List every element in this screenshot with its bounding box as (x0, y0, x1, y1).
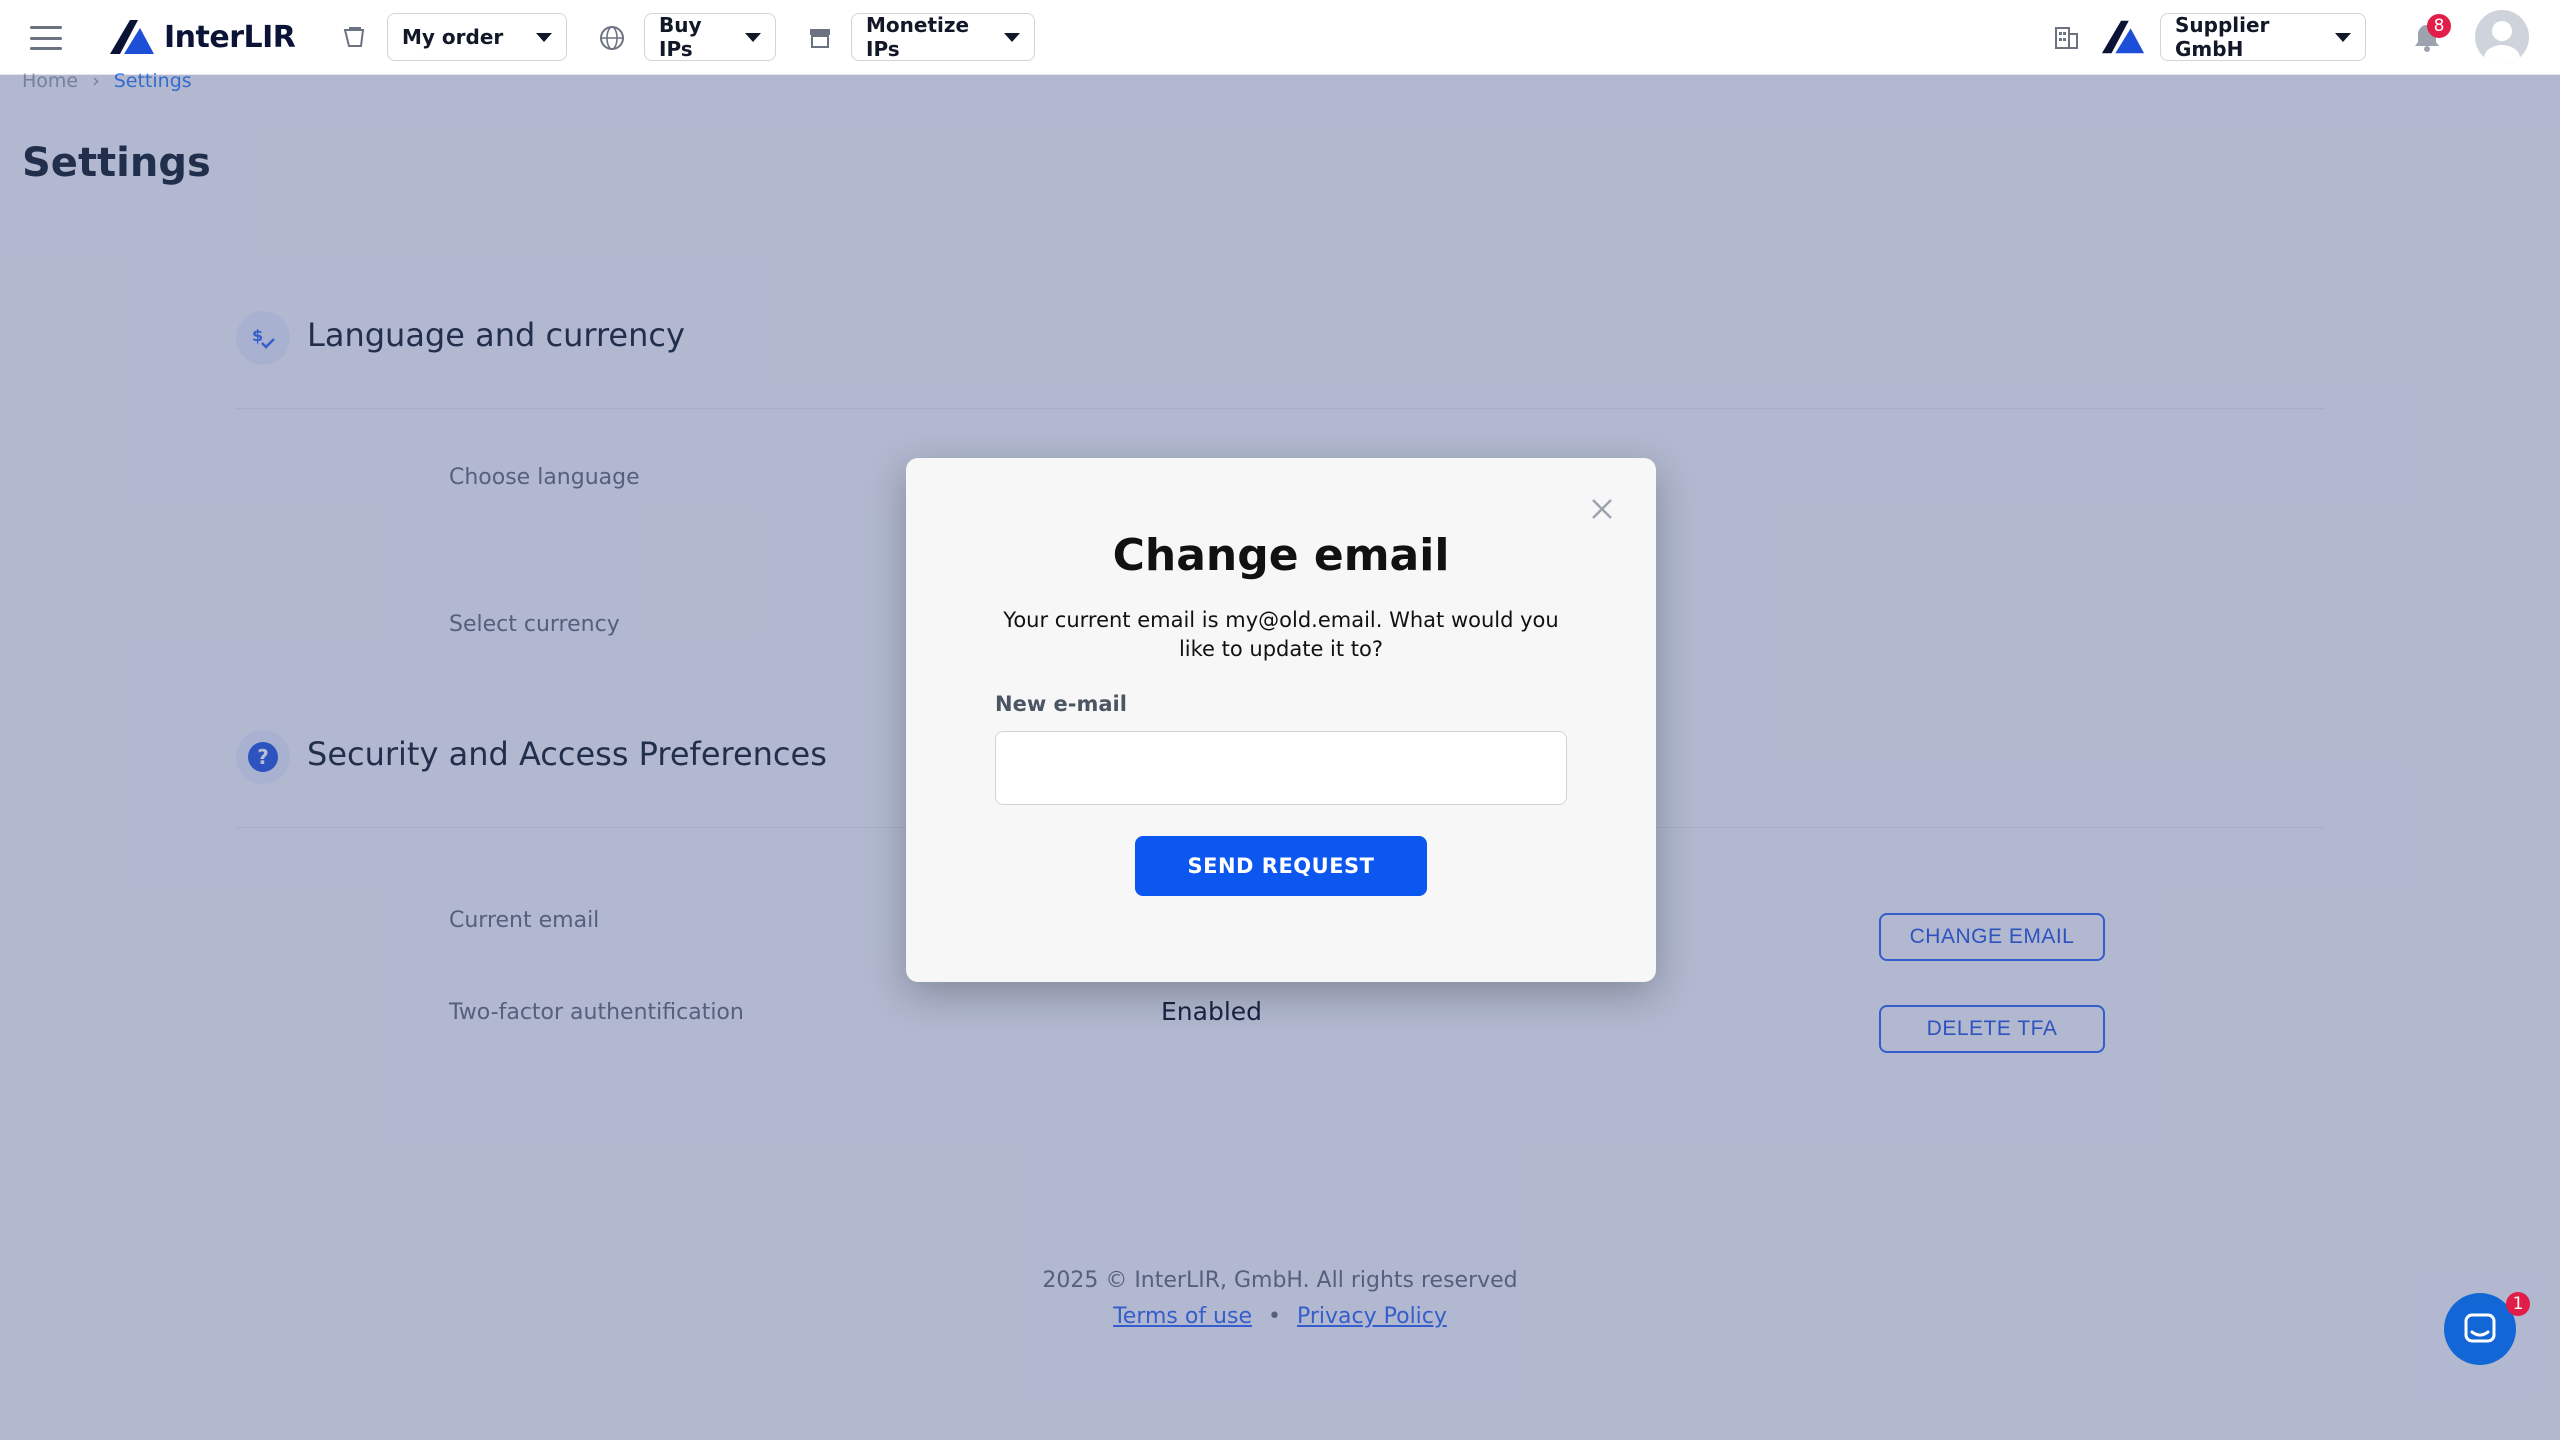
my-order-label: My order (402, 25, 504, 49)
modal-description: Your current email is my@old.email. What… (1003, 608, 1559, 661)
monetize-ips-dropdown[interactable]: Monetize IPs (851, 13, 1035, 61)
avatar[interactable] (2475, 10, 2529, 64)
monetize-ips-label: Monetize IPs (866, 13, 970, 61)
new-email-label: New e-mail (995, 692, 1127, 716)
my-order-dropdown[interactable]: My order (387, 13, 567, 61)
buy-ips-dropdown[interactable]: Buy IPs (644, 13, 776, 61)
globe-icon (600, 26, 624, 50)
cart-icon (343, 27, 365, 47)
buy-ips-label: Buy IPs (659, 13, 702, 61)
company-label: Supplier GmbH (2175, 13, 2270, 61)
chat-icon (2464, 1313, 2496, 1343)
store-icon (810, 29, 830, 48)
user-icon (2484, 21, 2520, 64)
modal-title: Change email (1112, 530, 1450, 581)
change-email-modal: Change email Your current email is my@ol… (906, 458, 1656, 982)
chevron-down-icon (745, 32, 761, 42)
chevron-down-icon (1004, 32, 1020, 42)
chat-unread-badge: 1 (2506, 1292, 2530, 1316)
hamburger-icon[interactable] (30, 26, 62, 50)
interlir-logo-icon (110, 20, 154, 54)
top-header: InterLIR My order Buy IPs Monetize IPs S… (0, 0, 2560, 75)
close-icon[interactable] (1589, 496, 1615, 522)
building-icon (2055, 27, 2078, 49)
logo[interactable]: InterLIR (108, 16, 296, 58)
send-request-button[interactable]: SEND REQUEST (1135, 836, 1427, 896)
chevron-down-icon (536, 32, 552, 42)
logo-text: InterLIR (164, 19, 296, 55)
new-email-input[interactable] (995, 731, 1567, 805)
company-logo-icon (2101, 20, 2145, 54)
notification-badge: 8 (2427, 14, 2451, 38)
company-dropdown[interactable]: Supplier GmbH (2160, 13, 2366, 61)
chevron-down-icon (2335, 32, 2351, 42)
